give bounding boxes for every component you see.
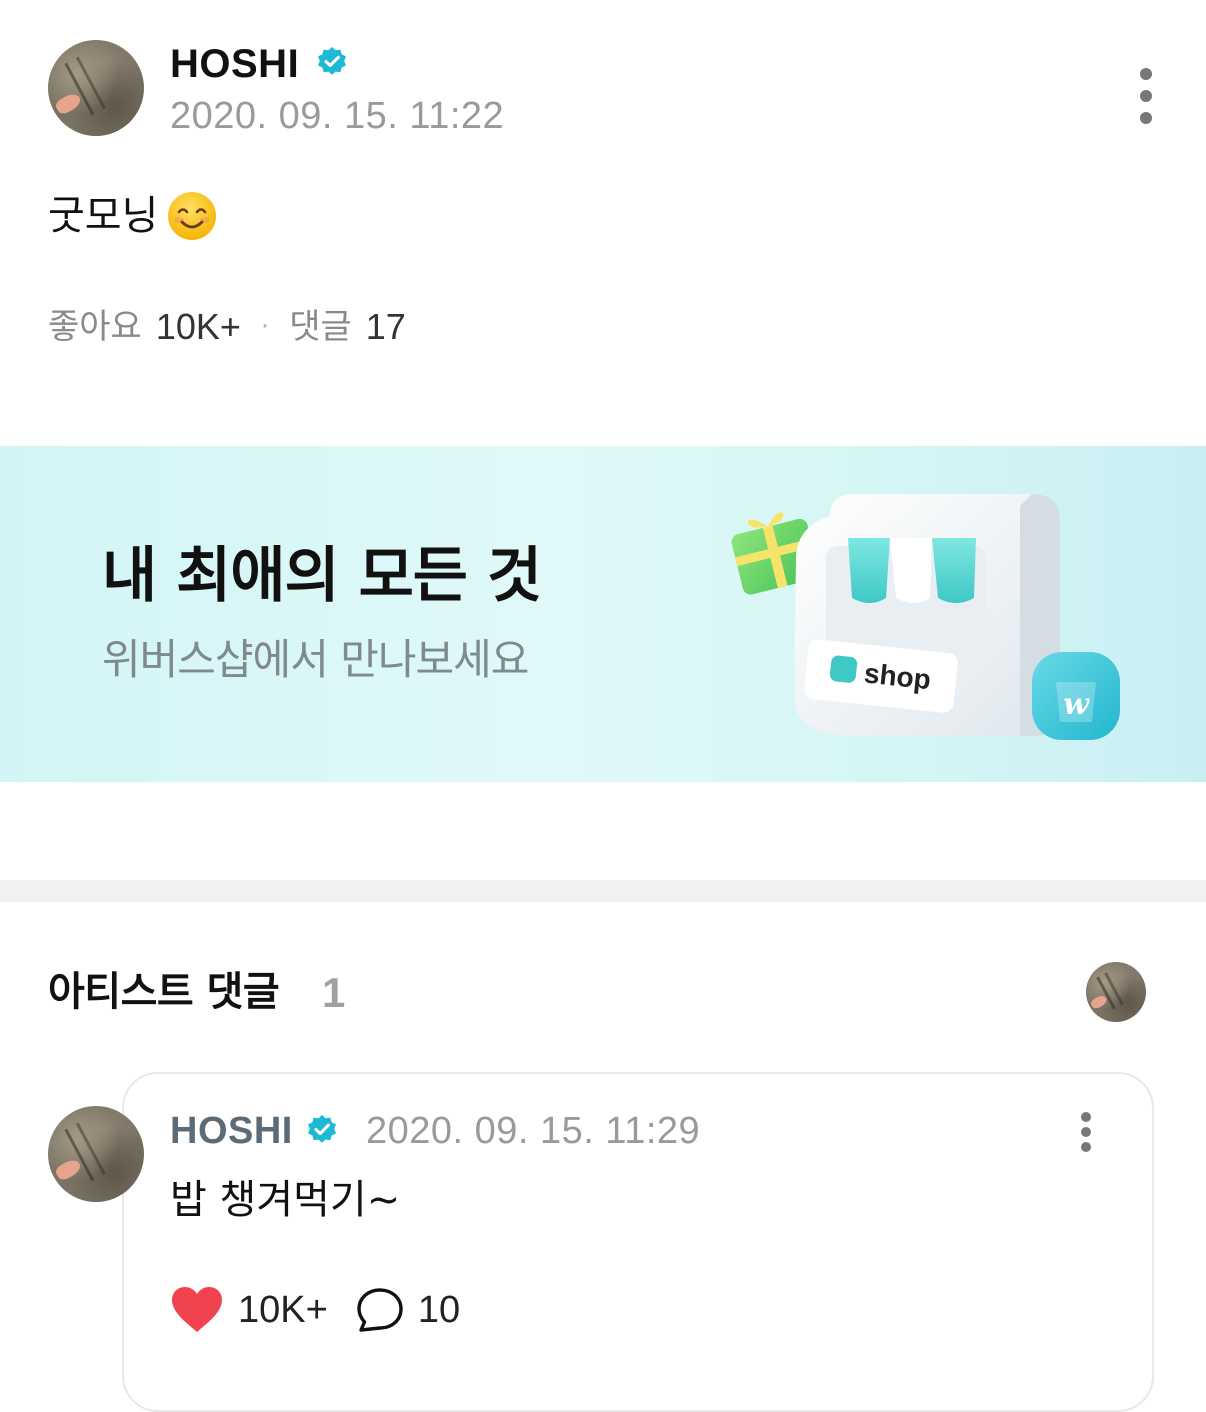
speech-bubble-icon (357, 1288, 403, 1332)
heart-icon (172, 1287, 222, 1332)
comment-like-button[interactable]: 10K+ (170, 1286, 328, 1334)
shopping-bag-icon: w (1032, 652, 1120, 740)
more-dot-icon (1081, 1127, 1091, 1137)
banner-subtitle: 위버스샵에서 만나보세요 (102, 635, 529, 684)
author-name[interactable]: HOSHI (170, 42, 299, 86)
artist-filter-avatar[interactable] (1086, 962, 1146, 1022)
comment-author-avatar[interactable] (48, 1106, 144, 1202)
comment-reply-button[interactable]: 10 (356, 1286, 460, 1334)
section-divider (0, 880, 1206, 902)
verified-badge-icon (318, 47, 346, 75)
storefront-icon: shop (794, 494, 1060, 736)
comment-text: 밥 챙겨먹기~ (170, 1177, 401, 1223)
comment-actions: 10K+ 10 (170, 1284, 460, 1336)
bag-letter: w (1063, 687, 1090, 722)
likes-count[interactable]: 10K+ (156, 306, 241, 348)
smiling-face-icon (168, 192, 217, 240)
comment-author-name[interactable]: HOSHI (170, 1110, 293, 1152)
post-header: HOSHI 2020. 09. 15. 11:22 (48, 40, 1158, 136)
artist-comments-count: 1 (322, 969, 346, 1016)
comment-more-options-button[interactable] (1074, 1112, 1098, 1152)
comments-label[interactable]: 댓글 (289, 306, 352, 348)
stats-separator: · (260, 312, 270, 342)
more-options-button[interactable] (1134, 68, 1158, 124)
post-stats: 좋아요 10K+ · 댓글 17 (48, 306, 406, 348)
comment-like-count: 10K+ (238, 1288, 328, 1331)
shop-storefront-illustration: shop w (731, 494, 1120, 740)
more-dot-icon (1140, 90, 1152, 102)
weverse-shop-banner[interactable]: 내 최애의 모든 것 위버스샵에서 만나보세요 shop w (0, 446, 1206, 782)
comments-count[interactable]: 17 (366, 306, 406, 348)
artist-comments-title: 아티스트 댓글 (48, 969, 280, 1015)
post-content: 굿모닝 (48, 190, 218, 242)
banner-title: 내 최애의 모든 것 (102, 541, 542, 611)
likes-label[interactable]: 좋아요 (48, 306, 142, 348)
more-dot-icon (1081, 1112, 1091, 1122)
more-dot-icon (1140, 112, 1152, 124)
more-dot-icon (1081, 1142, 1091, 1152)
more-dot-icon (1140, 68, 1152, 80)
comment-date: 2020. 09. 15. 11:29 (366, 1110, 701, 1152)
verified-badge-icon (308, 1115, 336, 1143)
post-date: 2020. 09. 15. 11:22 (170, 95, 505, 137)
author-avatar[interactable] (48, 40, 144, 136)
post-text: 굿모닝 (48, 193, 159, 239)
comment-reply-count: 10 (417, 1288, 461, 1331)
